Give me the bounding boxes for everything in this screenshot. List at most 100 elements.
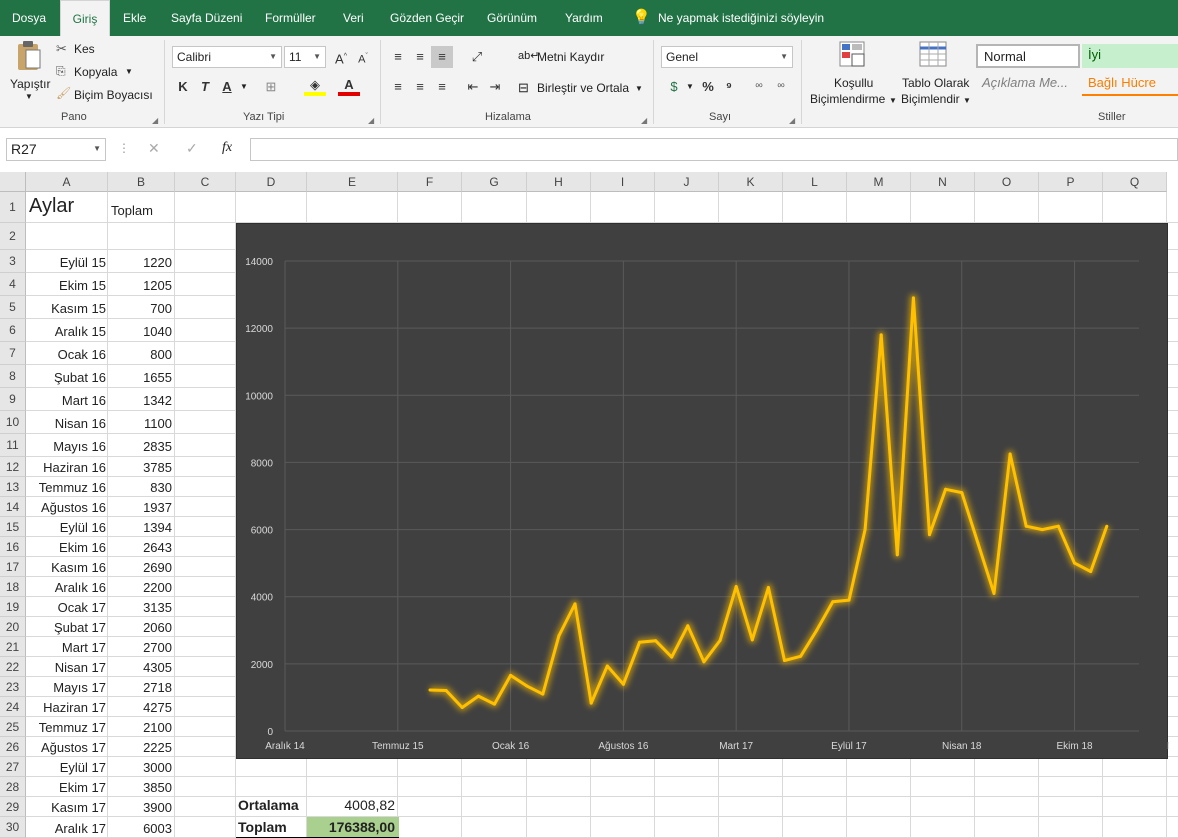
- column-header-a[interactable]: A: [26, 172, 108, 192]
- data-point[interactable]: [718, 638, 722, 642]
- row-header-29[interactable]: 29: [0, 797, 26, 817]
- copy-icon[interactable]: ⎘: [56, 64, 66, 79]
- data-point[interactable]: [460, 706, 464, 709]
- chevron-down-icon[interactable]: ▼: [889, 96, 897, 105]
- align-right-icon[interactable]: ≡: [431, 76, 453, 98]
- column-header-g[interactable]: G: [462, 172, 527, 192]
- total-cell[interactable]: 4305: [108, 657, 172, 677]
- tell-me-search[interactable]: Ne yapmak istediğinizi söyleyin: [658, 0, 824, 36]
- month-cell[interactable]: Ekim 15: [26, 273, 106, 296]
- align-bottom-icon[interactable]: ≡: [431, 46, 453, 68]
- total-value[interactable]: 176388,00: [307, 819, 395, 835]
- data-point[interactable]: [783, 659, 786, 662]
- month-cell[interactable]: Kasım 16: [26, 557, 106, 577]
- increase-indent-icon[interactable]: ⇥: [484, 76, 506, 98]
- row-header-13[interactable]: 13: [0, 477, 26, 497]
- format-as-table-label-2[interactable]: Biçimlendir: [901, 92, 960, 106]
- total-cell[interactable]: 6003: [108, 817, 172, 838]
- accounting-format-icon[interactable]: $: [663, 76, 685, 98]
- data-point[interactable]: [863, 528, 867, 531]
- borders-icon[interactable]: ⊞: [260, 76, 282, 98]
- data-point[interactable]: [428, 688, 432, 692]
- style-good[interactable]: İyi: [1082, 44, 1178, 68]
- data-point[interactable]: [541, 692, 545, 696]
- row-header-21[interactable]: 21: [0, 637, 26, 657]
- dialog-launcher-icon[interactable]: ◢: [789, 116, 795, 125]
- number-format-combo[interactable]: Genel ▼: [661, 46, 793, 68]
- format-as-table-icon[interactable]: [918, 40, 950, 72]
- comma-button[interactable]: ⁹: [718, 76, 740, 98]
- column-header-l[interactable]: L: [783, 172, 847, 192]
- total-cell[interactable]: 2700: [108, 637, 172, 657]
- total-cell[interactable]: 800: [108, 342, 172, 365]
- paste-button[interactable]: Yapıştır: [10, 77, 50, 91]
- column-header-m[interactable]: M: [847, 172, 911, 192]
- row-header-11[interactable]: 11: [0, 434, 26, 457]
- column-header-h[interactable]: H: [527, 172, 591, 192]
- align-middle-icon[interactable]: ≡: [409, 46, 431, 68]
- total-cell[interactable]: 2643: [108, 537, 172, 557]
- row-header-22[interactable]: 22: [0, 657, 26, 677]
- increase-font-icon[interactable]: A^: [330, 46, 352, 68]
- style-explanatory[interactable]: Açıklama Me...: [976, 72, 1080, 96]
- total-cell[interactable]: 1100: [108, 411, 172, 434]
- data-point[interactable]: [605, 664, 609, 668]
- month-cell[interactable]: Mart 17: [26, 637, 106, 657]
- data-point[interactable]: [944, 487, 948, 491]
- font-name-combo[interactable]: Calibri ▼: [172, 46, 282, 68]
- line-chart[interactable]: 0 2000 4000 6000 8000 10000 12000 14000 Aralık 1…: [236, 223, 1178, 759]
- formula-input[interactable]: [250, 138, 1178, 161]
- tab-dosya[interactable]: Dosya: [12, 0, 46, 36]
- row-header-2[interactable]: 2: [0, 223, 26, 250]
- row-header-16[interactable]: 16: [0, 537, 26, 557]
- data-point[interactable]: [573, 602, 577, 606]
- month-cell[interactable]: Aralık 17: [26, 817, 106, 838]
- data-point[interactable]: [638, 640, 641, 644]
- tab-gozden-gecir[interactable]: Gözden Geçir: [390, 0, 464, 36]
- data-point[interactable]: [815, 628, 819, 632]
- data-point[interactable]: [686, 624, 690, 628]
- data-point[interactable]: [960, 491, 964, 495]
- total-cell[interactable]: 3785: [108, 457, 172, 477]
- merge-icon[interactable]: ⊟: [518, 80, 529, 96]
- row-header-15[interactable]: 15: [0, 517, 26, 537]
- total-cell[interactable]: 2718: [108, 677, 172, 697]
- dialog-launcher-icon[interactable]: ◢: [368, 116, 374, 125]
- total-cell[interactable]: 1205: [108, 273, 172, 296]
- name-box[interactable]: R27 ▼: [6, 138, 106, 161]
- row-header-3[interactable]: 3: [0, 250, 26, 273]
- fill-color-icon[interactable]: ◈: [304, 76, 326, 96]
- data-point[interactable]: [654, 639, 658, 643]
- chevron-down-icon[interactable]: ▼: [635, 84, 643, 93]
- row-header-24[interactable]: 24: [0, 697, 26, 717]
- data-point[interactable]: [1040, 528, 1044, 532]
- merge-center-button[interactable]: Birleştir ve Ortala: [537, 81, 629, 95]
- month-cell[interactable]: Aralık 15: [26, 319, 106, 342]
- average-value[interactable]: 4008,82: [307, 797, 395, 813]
- total-cell[interactable]: 2100: [108, 717, 172, 737]
- row-header-14[interactable]: 14: [0, 497, 26, 517]
- data-point[interactable]: [750, 638, 754, 642]
- month-cell[interactable]: Mayıs 16: [26, 434, 106, 457]
- column-header-e[interactable]: E: [307, 172, 398, 192]
- total-cell[interactable]: 4275: [108, 697, 172, 717]
- total-cell[interactable]: 3000: [108, 757, 172, 777]
- tab-giris[interactable]: Giriş: [60, 0, 110, 37]
- month-cell[interactable]: Eylül 17: [26, 757, 106, 777]
- row-header-10[interactable]: 10: [0, 411, 26, 434]
- total-cell[interactable]: 3850: [108, 777, 172, 797]
- row-header-12[interactable]: 12: [0, 457, 26, 477]
- total-cell[interactable]: 2835: [108, 434, 172, 457]
- insert-function-button[interactable]: fx: [222, 140, 232, 156]
- row-header-1[interactable]: 1: [0, 192, 26, 223]
- underline-button[interactable]: A: [216, 76, 238, 98]
- data-point[interactable]: [621, 682, 625, 686]
- total-cell[interactable]: 700: [108, 296, 172, 319]
- data-point[interactable]: [1089, 570, 1093, 573]
- total-cell[interactable]: 2225: [108, 737, 172, 757]
- data-point[interactable]: [895, 553, 899, 557]
- row-header-27[interactable]: 27: [0, 757, 26, 777]
- row-header-6[interactable]: 6: [0, 319, 26, 342]
- orientation-icon[interactable]: ⤢: [466, 46, 488, 68]
- month-cell[interactable]: Eylül 15: [26, 250, 106, 273]
